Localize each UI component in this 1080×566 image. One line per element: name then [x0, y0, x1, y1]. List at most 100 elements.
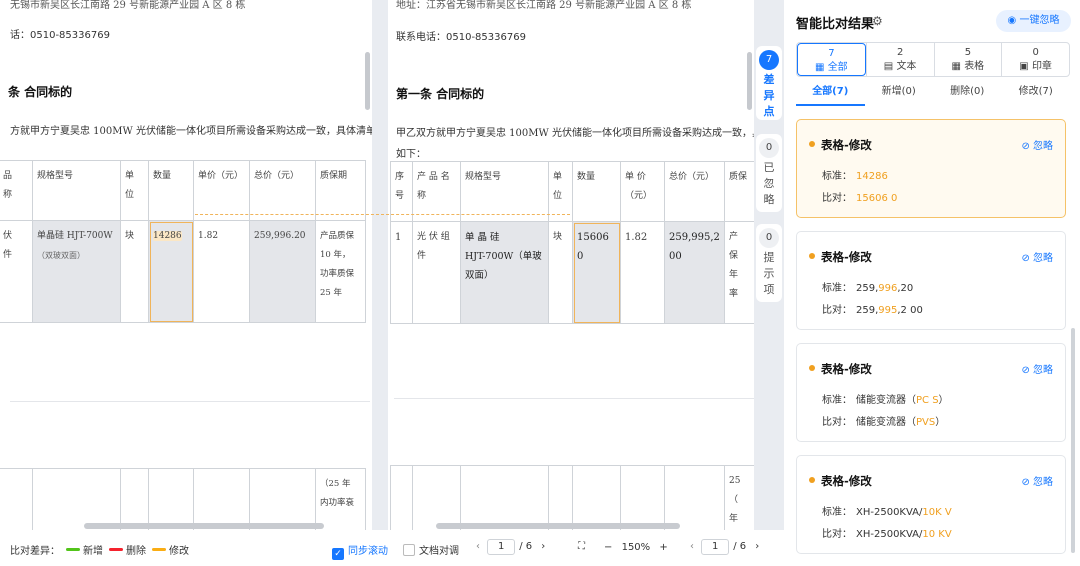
ignore-label: 忽略 [1033, 365, 1053, 376]
page-break [10, 401, 370, 402]
compared-table-page2: 25 （ 年 [390, 465, 754, 530]
value-text: XH-2500KVA/ [856, 529, 923, 540]
table-cell-quantity-diff[interactable]: 14286 [148, 220, 194, 323]
card-title: 表格-修改 [809, 361, 872, 377]
table-header-cell: 序 号 [390, 161, 413, 222]
doc-address-line: 地址：江苏省无锡市新吴区长江南路 29 号新能源产业园 A 区 8 栋 [396, 0, 692, 11]
table-header-cell: 单 价 （元） [620, 161, 665, 222]
subtab-added[interactable]: 新增(0) [865, 84, 934, 106]
value-text: ,2 00 [897, 305, 923, 316]
zoom-out-icon[interactable]: − [604, 542, 612, 553]
diff-card[interactable]: 表格-修改 ⊘ 忽略 标准： 14286 比对： 15606 0 [796, 119, 1066, 218]
modify-dot-icon [809, 477, 815, 483]
ignored-count-badge: 0 [759, 138, 779, 158]
ignore-label: 忽略 [1033, 477, 1053, 488]
value-text: ） [938, 395, 949, 406]
compared-value-row: 比对： XH-2500KVA/10 KV [822, 525, 952, 540]
gear-icon[interactable]: ⚙ [872, 14, 883, 28]
tab-label: 差 异 点 [763, 73, 775, 118]
panel-scrollbar[interactable] [1071, 328, 1075, 553]
table-cell-spec: 单 晶 硅 HJT-700W（单玻 双面） [460, 221, 549, 324]
table-header-cell: 产 品 名 称 [412, 161, 461, 222]
seal-icon: ▣ [1019, 61, 1032, 72]
diff-card[interactable]: 表格-修改 ⊘ 忽略 标准： XH-2500KVA/10K V 比对： XH-250… [796, 455, 1066, 554]
table-header-cell: 单 位 [120, 160, 149, 221]
compared-value-row: 比对： 储能变流器（PVS） [822, 413, 945, 428]
table-header-cell: 品 称 [0, 160, 33, 221]
diff-card[interactable]: 表格-修改 ⊘ 忽略 标准： 储能变流器（PC S） 比对： 储能变流器（PVS） [796, 343, 1066, 442]
value-highlight: 14286 [856, 171, 888, 182]
category-count: 0 [1032, 47, 1039, 58]
category-text[interactable]: 2 ▤ 文本 [865, 43, 934, 76]
category-table[interactable]: 5 ▦ 表格 [933, 43, 1002, 76]
difference-count-badge: 7 [759, 50, 779, 70]
table-header-cell: 单价（元） [193, 160, 250, 221]
standard-value-row: 标准： 259,996,20 [822, 279, 913, 294]
left-page-input[interactable]: 1 [487, 539, 516, 555]
right-page-input[interactable]: 1 [701, 539, 730, 555]
table-header-cell: 数量 [148, 160, 194, 221]
change-type-tabs: 全部(7) 新增(0) 删除(0) 修改(7) [796, 84, 1070, 106]
table-cell: 1.82 [193, 220, 250, 323]
right-pager: ‹ 1/ 6 › [690, 539, 759, 555]
compared-document-pane[interactable]: 地址：江苏省无锡市新吴区长江南路 29 号新能源产业园 A 区 8 栋 联系电话… [388, 0, 754, 530]
category-seal[interactable]: 0 ▣ 印章 [1001, 43, 1069, 76]
value-highlight: 996 [878, 283, 898, 294]
table-cell: 块 [548, 221, 573, 324]
chevron-right-icon[interactable]: › [541, 541, 545, 552]
chevron-right-icon[interactable]: › [755, 541, 759, 552]
diff-card[interactable]: 表格-修改 ⊘ 忽略 标准： 259,996,20 比对： 259,995,2 00 [796, 231, 1066, 330]
eye-off-icon: ⊘ [1021, 141, 1033, 152]
ignore-button[interactable]: ⊘ 忽略 [1021, 137, 1053, 152]
table-header-cell: 规格型号 [32, 160, 121, 221]
tab-hints[interactable]: 0 提 示 项 [756, 224, 782, 302]
table-cell: 块 [120, 220, 149, 323]
row-label: 比对： [822, 417, 852, 428]
modify-dot-icon [809, 253, 815, 259]
card-title: 表格-修改 [809, 473, 872, 489]
document-icon: ▤ [883, 61, 897, 72]
ignore-button[interactable]: ⊘ 忽略 [1021, 473, 1053, 488]
tab-label: 提 示 项 [763, 251, 775, 296]
standard-document-pane[interactable]: 无锡市新吴区长江南路 29 号新能源产业园 A 区 8 栋 话：0510-853… [0, 0, 372, 530]
table-cell: 光 伏 组 件 [412, 221, 461, 324]
compared-value-row: 比对： 259,995,2 00 [822, 301, 923, 316]
standard-table-page2: （25 年 内功率衰 [0, 468, 366, 530]
table-cell: 25 （ 年 [724, 465, 754, 530]
subtab-all[interactable]: 全部(7) [796, 84, 865, 106]
compare-app: 无锡市新吴区长江南路 29 号新能源产业园 A 区 8 栋 话：0510-853… [0, 0, 1080, 566]
zoom-in-icon[interactable]: + [659, 542, 667, 553]
vertical-scrollbar[interactable] [747, 52, 752, 110]
ignore-button[interactable]: ⊘ 忽略 [1021, 249, 1053, 264]
horizontal-scrollbar[interactable] [84, 523, 324, 529]
ignore-all-button[interactable]: ◉ 一键忽略 [996, 10, 1071, 32]
sync-scroll-checkbox[interactable]: ✓ 同步滚动 [332, 542, 388, 560]
tab-differences[interactable]: 7 差 异 点 [756, 46, 782, 120]
card-title-text: 表格-修改 [821, 362, 872, 376]
value-highlight: PVS [916, 417, 936, 428]
category-all[interactable]: 7 ▦ 全部 [797, 43, 866, 76]
horizontal-scrollbar[interactable] [436, 523, 680, 529]
swap-documents-checkbox[interactable]: 文档对调 [403, 542, 459, 557]
standard-value-row: 标准： 14286 [822, 167, 888, 182]
vertical-scrollbar[interactable] [365, 52, 370, 110]
table-cell-quantity-diff[interactable]: 15606 0 [572, 221, 621, 324]
left-pager: ‹ 1/ 6 › [476, 539, 545, 555]
tab-label: 已 忽 略 [763, 161, 775, 206]
subtab-deleted[interactable]: 删除(0) [933, 84, 1002, 106]
eye-off-icon: ⊘ [1021, 253, 1033, 264]
tab-ignored[interactable]: 0 已 忽 略 [756, 134, 782, 212]
value-text: ） [935, 417, 946, 428]
subtab-modified[interactable]: 修改(7) [1002, 84, 1071, 106]
value-text: 259, [856, 305, 879, 316]
chevron-left-icon[interactable]: ‹ [690, 541, 694, 552]
doc-paragraph: 如下： [396, 149, 426, 160]
checkbox-checked-icon: ✓ [332, 548, 344, 560]
fullscreen-icon[interactable]: ⛶ [578, 541, 585, 552]
compared-table: 序 号 产 品 名 称 规格型号 单 位 数量 单 价 （元） 总价（元） 质保… [390, 161, 754, 324]
hint-count-badge: 0 [759, 228, 779, 248]
category-label: 文本 [896, 61, 917, 72]
category-count: 5 [964, 47, 972, 58]
ignore-button[interactable]: ⊘ 忽略 [1021, 361, 1053, 376]
chevron-left-icon[interactable]: ‹ [476, 541, 480, 552]
